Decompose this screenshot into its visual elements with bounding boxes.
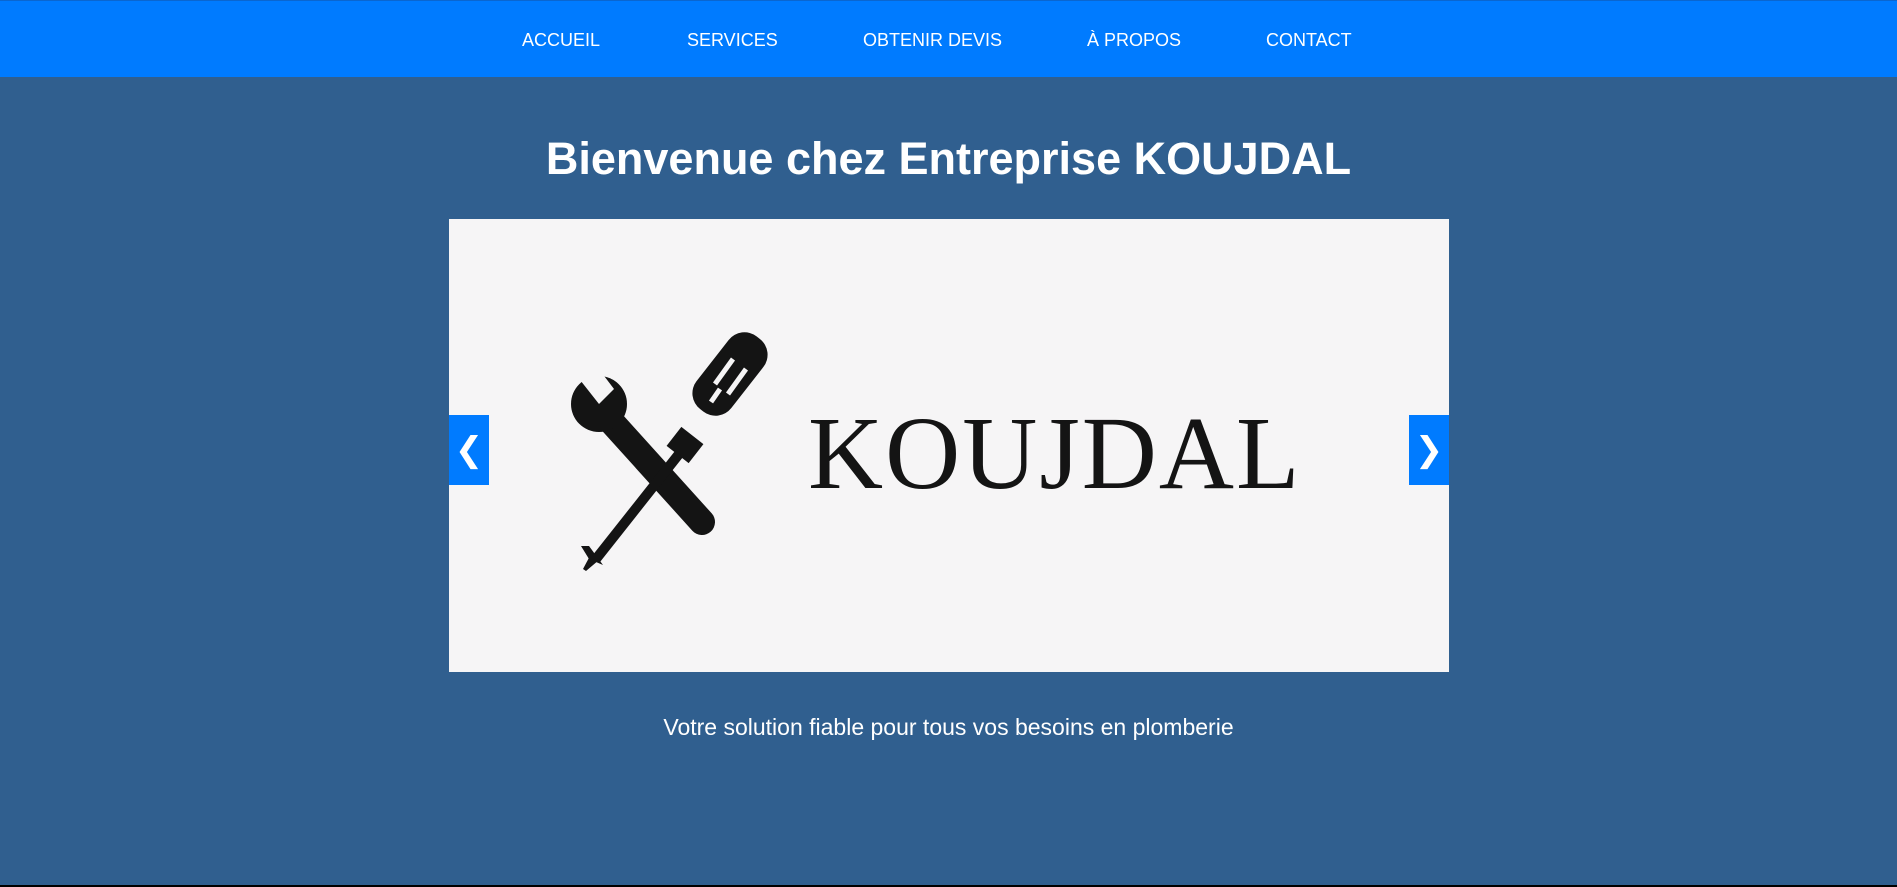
- koujdal-logo: KOUJDAL: [571, 332, 1302, 571]
- nav-link-services[interactable]: SERVICES: [687, 29, 778, 51]
- nav-link-a-propos[interactable]: À PROPOS: [1087, 29, 1181, 51]
- page-title: Bienvenue chez Entreprise KOUJDAL: [545, 133, 1352, 184]
- slider-next-button[interactable]: ❯: [1409, 415, 1449, 485]
- nav-link-accueil[interactable]: ACCUEIL: [522, 29, 600, 51]
- image-slider: KOUJDAL ❮ ❯: [449, 219, 1449, 672]
- hero-tagline: Votre solution fiable pour tous vos beso…: [663, 714, 1234, 740]
- page: ACCUEIL SERVICES OBTENIR DEVIS À PROPOS …: [0, 0, 1897, 885]
- top-navbar: ACCUEIL SERVICES OBTENIR DEVIS À PROPOS …: [0, 0, 1897, 77]
- nav-link-obtenir-devis[interactable]: OBTENIR DEVIS: [863, 29, 1002, 51]
- logo-wordmark: KOUJDAL: [808, 396, 1302, 511]
- wrench-screwdriver-icon: [571, 332, 768, 571]
- slide-koujdal-logo: KOUJDAL: [449, 219, 1449, 672]
- slider-prev-button[interactable]: ❮: [449, 415, 489, 485]
- nav-link-contact[interactable]: CONTACT: [1266, 29, 1352, 51]
